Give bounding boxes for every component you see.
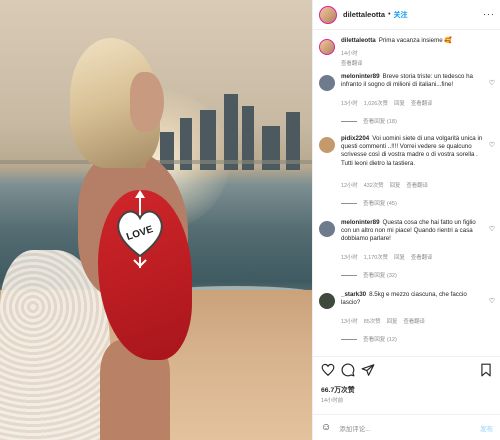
commenter-username[interactable]: meloninter89	[341, 219, 380, 226]
post-photo[interactable]: LOVE	[0, 0, 312, 440]
comment-text: _stark30 8.5kg e mezzo ciascuna, che facc…	[341, 291, 467, 307]
reply-link[interactable]: 回复	[394, 255, 405, 261]
caption-text: dilettaleotta Prima vacanza insieme 🥰	[341, 37, 453, 44]
caption: dilettaleotta Prima vacanza insieme 🥰 14小…	[319, 37, 495, 67]
comment-item: pidix2204 Voi uomini siete di una volgari…	[319, 135, 495, 209]
like-comment-heart-icon[interactable]: ♡	[489, 141, 495, 149]
commenter-avatar[interactable]	[319, 293, 335, 309]
view-replies-link[interactable]: 查看回复 (18)	[341, 117, 397, 125]
follow-button[interactable]: 关注	[394, 10, 408, 20]
comment-meta: 13小时 1,170次赞 回复 查看翻译	[341, 255, 433, 261]
comment-meta: 12小时 432次赞 回复 查看翻译	[341, 183, 428, 189]
commenter-avatar[interactable]	[319, 221, 335, 237]
comment-text: meloninter89 Breve storia triste: un tede…	[341, 73, 473, 89]
like-comment-heart-icon[interactable]: ♡	[489, 225, 495, 233]
post-side-panel: dilettaleotta • 关注 ··· dilettaleotta Prim…	[312, 0, 500, 440]
translate-link[interactable]: 查看翻译	[411, 255, 433, 261]
comment-text: pidix2204 Voi uomini siete di una volgari…	[341, 135, 483, 167]
view-replies-link[interactable]: 查看回复 (32)	[341, 271, 397, 279]
commenter-avatar[interactable]	[319, 75, 335, 91]
comment-meta: 13小时 1,026次赞 回复 查看翻译	[341, 101, 433, 107]
emoji-icon[interactable]: ☺	[321, 422, 331, 433]
face	[130, 72, 164, 132]
commenter-username[interactable]: _stark30	[341, 291, 366, 298]
like-comment-heart-icon[interactable]: ♡	[489, 297, 495, 305]
post-actions	[313, 356, 500, 380]
add-comment-input[interactable]: 添加评论...	[339, 423, 480, 433]
commenter-username[interactable]: meloninter89	[341, 73, 380, 80]
post-header: dilettaleotta • 关注 ···	[313, 0, 500, 30]
reply-link[interactable]: 回复	[390, 183, 401, 189]
add-comment-bar: ☺ 添加评论... 发布	[313, 414, 500, 440]
translate-link[interactable]: 查看翻译	[403, 319, 425, 325]
comments-list[interactable]: dilettaleotta Prima vacanza insieme 🥰 14小…	[313, 31, 500, 353]
reply-link[interactable]: 回复	[394, 101, 405, 107]
view-replies-link[interactable]: 查看回复 (12)	[341, 335, 397, 343]
translate-link[interactable]: 查看翻译	[406, 183, 428, 189]
separator-dot: •	[388, 11, 391, 18]
caption-translate-link[interactable]: 查看翻译	[341, 59, 363, 67]
share-send-icon[interactable]	[361, 363, 375, 377]
post-time: 14小时前	[321, 398, 344, 404]
comment-item: meloninter89 Breve storia triste: un tede…	[319, 73, 495, 127]
reply-link[interactable]: 回复	[387, 319, 398, 325]
more-options-icon[interactable]: ···	[483, 9, 495, 19]
comment-text: meloninter89 Questa cosa che hai fatto un…	[341, 219, 476, 243]
caption-avatar[interactable]	[319, 39, 335, 55]
comment-meta: 13小时 85次赞 回复 查看翻译	[341, 319, 425, 325]
save-bookmark-icon[interactable]	[479, 363, 493, 377]
like-heart-icon[interactable]	[321, 363, 335, 377]
comment-item: meloninter89 Questa cosa che hai fatto un…	[319, 219, 495, 283]
author-username[interactable]: dilettaleotta	[343, 10, 385, 19]
author-avatar[interactable]	[319, 5, 337, 24]
city-skyline	[150, 80, 312, 170]
translate-link[interactable]: 查看翻译	[411, 101, 433, 107]
like-comment-heart-icon[interactable]: ♡	[489, 79, 495, 87]
likes-count[interactable]: 66.7万次赞	[321, 384, 355, 394]
view-replies-link[interactable]: 查看回复 (45)	[341, 199, 397, 207]
caption-time: 14小时	[341, 51, 358, 57]
post-comment-button[interactable]: 发布	[480, 423, 493, 433]
caption-username[interactable]: dilettaleotta	[341, 37, 376, 44]
love-heart-sticker-icon: LOVE	[117, 190, 163, 268]
comment-bubble-icon[interactable]	[341, 363, 355, 377]
commenter-avatar[interactable]	[319, 137, 335, 153]
commenter-username[interactable]: pidix2204	[341, 135, 369, 142]
comment-item: _stark30 8.5kg e mezzo ciascuna, che facc…	[319, 291, 495, 347]
